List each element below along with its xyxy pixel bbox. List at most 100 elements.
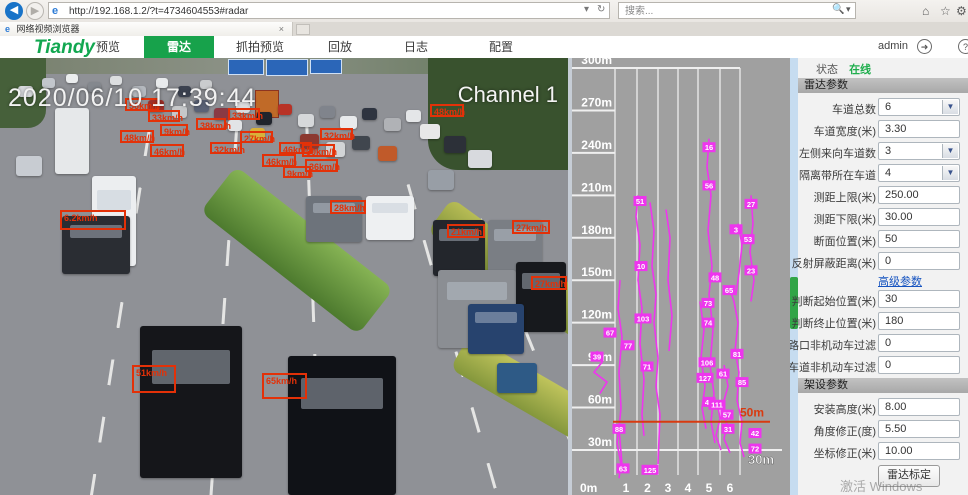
detection-box: 27km/h: [240, 131, 273, 143]
field-label: 安装高度(米): [814, 401, 876, 417]
detection-box: 21km/h: [447, 224, 485, 238]
field-label: 断面位置(米): [814, 233, 876, 249]
field-label: 行车道非机动车过滤: [790, 359, 876, 375]
input-断面位置(米)[interactable]: 50: [878, 230, 960, 248]
logout-icon[interactable]: ➜: [917, 39, 932, 54]
url-dropdown-icon[interactable]: ▾: [584, 4, 589, 15]
detection-box: 27km/h: [512, 220, 550, 234]
field-label: 左侧来向车道数: [799, 145, 876, 161]
input-反射屏蔽距离(米)[interactable]: 0: [878, 252, 960, 270]
browser-back-button[interactable]: ◀: [5, 2, 23, 20]
track-id: 61: [719, 370, 727, 379]
search-icon[interactable]: 🔍: [832, 4, 844, 15]
input-测距上限(米)[interactable]: 250.00: [878, 186, 960, 204]
field-label: 隔离带所在车道: [799, 167, 876, 183]
detection-box: 27km/h: [531, 276, 567, 290]
field-label: 测距上限(米): [814, 189, 876, 205]
field-label: 路口非机动车过滤: [790, 337, 876, 353]
input-车道宽度(米)[interactable]: 3.30: [878, 120, 960, 138]
detection-box: 30km/h: [302, 144, 335, 157]
vehicle: [140, 326, 242, 478]
distance-tick-label: 300m: [581, 58, 612, 67]
overhead-sign: [266, 59, 308, 76]
chevron-down-icon[interactable]: ▼: [942, 144, 958, 158]
track-id: 77: [624, 341, 632, 350]
track-id: 56: [705, 181, 713, 190]
detection-box: 32km/h: [320, 128, 353, 140]
track-id: 51: [636, 197, 644, 206]
new-tab-button[interactable]: [296, 24, 310, 35]
nav-tab-log[interactable]: 日志: [376, 36, 456, 58]
track-id: 72: [751, 445, 759, 454]
track-id: 27: [747, 200, 755, 209]
nav-tabs: 预览雷达抓拍预览回放日志配置: [0, 36, 600, 58]
radar-trail: [666, 209, 672, 350]
app-window: ◀ ▶ http://192.168.1.2/?t=4734604553#rad…: [0, 0, 968, 495]
refresh-icon[interactable]: ↻: [597, 4, 605, 15]
input-判断终止位置(米)[interactable]: 180: [878, 312, 960, 330]
input-测距下限(米)[interactable]: 30.00: [878, 208, 960, 226]
vehicle: [278, 104, 292, 115]
vehicle: [320, 106, 335, 118]
app-nav-bar: Tiandy 预览雷达抓拍预览回放日志配置 admin ➜ ?: [0, 36, 968, 59]
select-左侧来向车道数[interactable]: 3▼: [878, 142, 960, 160]
input-角度修正(度)[interactable]: 5.50: [878, 420, 960, 438]
track-id: 106: [701, 358, 714, 367]
tab-close-icon[interactable]: ×: [279, 22, 284, 36]
chevron-down-icon[interactable]: ▼: [942, 100, 958, 114]
select-车道总数[interactable]: 6▼: [878, 98, 960, 116]
home-icon[interactable]: ⌂: [922, 4, 929, 18]
nav-tab-snapshot[interactable]: 抓拍预览: [216, 36, 304, 58]
search-input[interactable]: 搜索...: [618, 2, 856, 19]
track-id: 111: [711, 401, 723, 410]
vehicle: [468, 304, 524, 354]
radar-plot-panel: 300m270m240m210m180m150m120m90m60m30m50m…: [568, 58, 790, 495]
track-id: 53: [744, 235, 752, 244]
radar-plot[interactable]: 300m270m240m210m180m150m120m90m60m30m50m…: [572, 58, 790, 495]
input-判断起始位置(米)[interactable]: 30: [878, 290, 960, 308]
browser-forward-button[interactable]: ▶: [26, 2, 44, 20]
field-label: 反射屏蔽距离(米): [792, 255, 876, 271]
video-preview[interactable]: 56km/h48km/h33km/h9km/h46km/h38km/h32km/…: [0, 58, 568, 495]
help-icon[interactable]: ?: [958, 39, 968, 54]
vehicle: [16, 156, 42, 176]
field-label: 坐标修正(米): [814, 445, 876, 461]
radar-trail: [750, 195, 754, 301]
origin-label: 0m: [580, 481, 597, 495]
select-隔离带所在车道[interactable]: 4▼: [878, 164, 960, 182]
vehicle: [420, 124, 440, 139]
search-dropdown-icon[interactable]: ▾: [846, 4, 851, 15]
detection-box: 65km/h: [262, 373, 307, 399]
nav-tab-playback[interactable]: 回放: [304, 36, 376, 58]
vehicle: [378, 146, 397, 161]
settings-gear-icon[interactable]: ⚙: [956, 4, 967, 18]
favorites-star-icon[interactable]: ☆: [940, 4, 951, 18]
vehicle: [366, 196, 414, 240]
activate-windows-watermark: 激活 Windows: [840, 476, 922, 495]
field-label: 角度修正(度): [814, 423, 876, 439]
track-id: 127: [699, 374, 712, 383]
vehicle: [497, 363, 537, 393]
chevron-down-icon[interactable]: ▼: [942, 166, 958, 180]
nav-tab-preview[interactable]: 预览: [72, 36, 144, 58]
video-channel-label: Channel 1: [458, 82, 558, 108]
track-id: 39: [593, 353, 601, 362]
overhead-sign: [310, 59, 342, 74]
input-路口非机动车过滤[interactable]: 0: [878, 334, 960, 352]
input-安装高度(米)[interactable]: 8.00: [878, 398, 960, 416]
tab-title: 网络视频浏览器: [17, 24, 80, 34]
detection-box: 28km/h: [330, 200, 366, 214]
advanced-params-link[interactable]: 高级参数: [878, 276, 922, 288]
nav-tab-radar[interactable]: 雷达: [144, 36, 214, 58]
address-bar[interactable]: http://192.168.1.2/?t=4734604553#radar: [48, 2, 610, 19]
detection-box: 9km/h: [160, 124, 188, 136]
input-坐标修正(米)[interactable]: 10.00: [878, 442, 960, 460]
panel-scrollbar[interactable]: [790, 58, 798, 495]
overhead-sign: [228, 59, 264, 75]
lane-number: 1: [623, 481, 630, 495]
browser-tab[interactable]: e 网络视频浏览器 ×: [0, 22, 293, 36]
input-行车道非机动车过滤[interactable]: 0: [878, 356, 960, 374]
browser-tab-strip: e 网络视频浏览器 ×: [0, 22, 968, 36]
radar-trail: [618, 280, 622, 464]
nav-tab-config[interactable]: 配置: [456, 36, 546, 58]
